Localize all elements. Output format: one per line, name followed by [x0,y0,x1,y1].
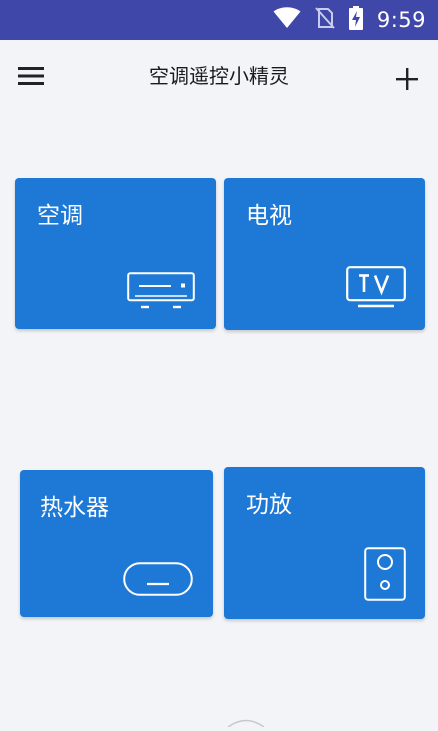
wifi-icon [273,7,301,33]
status-time: 9:59 [376,8,426,32]
status-icons: 9:59 [273,0,426,40]
air-conditioner-icon [127,272,195,316]
plus-icon [396,68,418,90]
status-bar: 9:59 [0,0,438,40]
device-card-label: 电视 [246,203,292,229]
device-card-label: 空调 [37,203,83,229]
toolbar: 空调遥控小精灵 [0,40,438,112]
bottom-edge-decoration [226,712,266,731]
no-sim-icon [315,7,335,33]
device-card-amplifier[interactable]: 功放 [224,467,425,619]
tv-icon [346,266,406,314]
device-card-tv[interactable]: 电视 [224,178,425,330]
speaker-icon [364,547,406,605]
water-heater-icon [123,562,193,600]
device-card-air-conditioner[interactable]: 空调 [15,178,216,329]
battery-charging-icon [348,6,363,34]
device-card-water-heater[interactable]: 热水器 [20,470,213,617]
page-title: 空调遥控小精灵 [149,64,289,88]
device-card-label: 热水器 [40,495,109,521]
add-device-button[interactable] [392,64,422,94]
device-card-label: 功放 [246,492,292,518]
